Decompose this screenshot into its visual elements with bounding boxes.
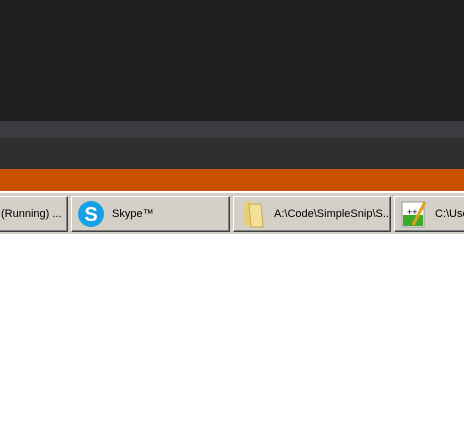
- dark-window-area: [0, 0, 464, 121]
- notepad-plus-plus-icon: ++: [399, 199, 429, 229]
- taskbar-button-running[interactable]: (Running) ...: [0, 196, 68, 232]
- taskbar-button-label: Skype™: [112, 208, 154, 220]
- taskbar-button-notepadpp[interactable]: ++ C:\Use: [394, 196, 464, 232]
- svg-text:S: S: [84, 204, 97, 226]
- svg-text:++: ++: [407, 207, 418, 217]
- taskbar-button-label: (Running) ...: [1, 208, 62, 220]
- skype-icon: S: [76, 199, 106, 229]
- folder-icon: [238, 199, 268, 229]
- taskbar: (Running) ... S Skype™ A:\Code\SimpleSni…: [0, 191, 464, 234]
- taskbar-button-label: A:\Code\SimpleSnip\S...: [274, 208, 391, 220]
- window-toolbar-strip: [0, 121, 464, 138]
- taskbar-button-skype[interactable]: S Skype™: [71, 196, 230, 232]
- orange-status-bar: [0, 169, 464, 191]
- window-panel-strip: [0, 138, 464, 169]
- taskbar-button-folder[interactable]: A:\Code\SimpleSnip\S...: [233, 196, 391, 232]
- taskbar-button-label: C:\Use: [435, 208, 464, 220]
